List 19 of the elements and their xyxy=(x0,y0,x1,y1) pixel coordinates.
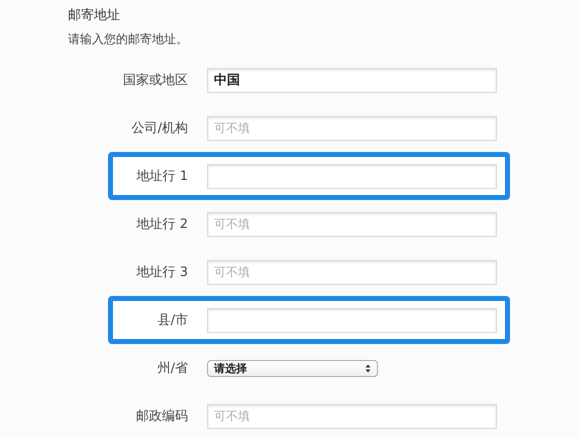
field-label: 国家或地区 xyxy=(122,72,188,89)
input-field[interactable]: 中国 xyxy=(207,68,497,92)
section-title: 邮寄地址 xyxy=(68,7,121,25)
select-dropdown[interactable]: 请选择 xyxy=(207,360,378,376)
field-label: 地址行 1 xyxy=(136,168,188,185)
input-field[interactable]: 可不填 xyxy=(207,404,497,428)
field-label: 地址行 3 xyxy=(136,264,188,281)
field-label: 州/省 xyxy=(156,360,188,377)
input-field[interactable]: 可不填 xyxy=(207,260,497,284)
field-label: 县/市 xyxy=(156,312,188,329)
input-field[interactable] xyxy=(207,164,497,188)
input-field[interactable] xyxy=(207,308,497,332)
field-label: 地址行 2 xyxy=(136,216,188,233)
input-field[interactable]: 可不填 xyxy=(207,116,497,140)
field-label: 邮政编码 xyxy=(135,408,188,425)
input-field[interactable]: 可不填 xyxy=(207,212,497,236)
up-down-arrows-icon xyxy=(365,364,371,372)
field-label: 公司/机构 xyxy=(130,120,188,137)
section-subtitle: 请输入您的邮寄地址。 xyxy=(68,31,189,48)
